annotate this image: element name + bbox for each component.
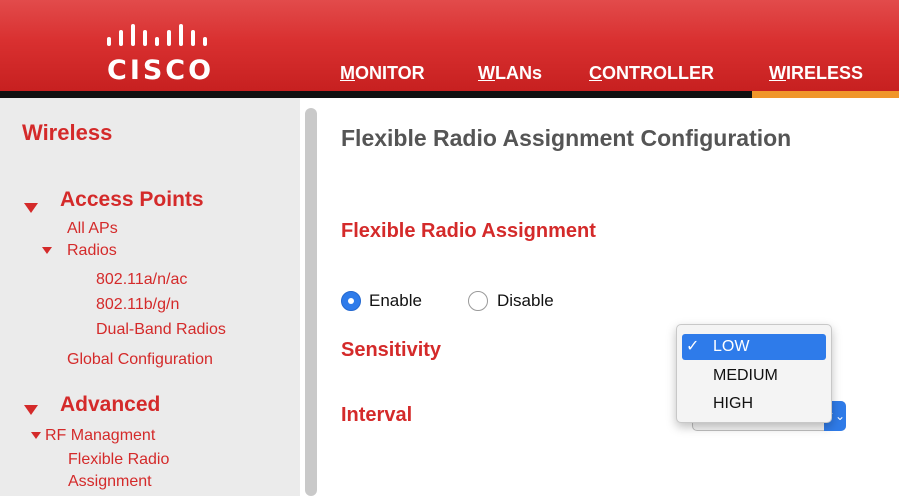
checkmark-icon: ✓ (686, 338, 700, 355)
sidebar-item-global-configuration[interactable]: Global Configuration (67, 350, 213, 370)
expand-triangle-icon[interactable] (24, 203, 38, 213)
nav-active-indicator (752, 91, 899, 98)
top-header: CISCO MONITOR WLANs CONTROLLER WIRELESS (0, 0, 899, 91)
sidebar-item-flexible-radio-assignment-cont[interactable]: Assignment (68, 472, 152, 492)
expand-triangle-small-icon[interactable] (31, 432, 41, 439)
cisco-logo[interactable]: CISCO (103, 24, 223, 86)
nav-wlans[interactable]: WLANs (478, 60, 542, 86)
sidebar-item-radios[interactable]: Radios (67, 241, 117, 261)
sidebar-title: Wireless (22, 120, 113, 145)
sidebar-item-dual-band-radios[interactable]: Dual-Band Radios (96, 320, 226, 340)
sensitivity-label: Sensitivity (341, 339, 442, 361)
sidebar-scrollbar-thumb[interactable] (305, 108, 317, 496)
sidebar-item-flexible-radio-assignment[interactable]: Flexible Radio (68, 450, 169, 470)
sidebar-item-radio-80211b[interactable]: 802.11b/g/n (96, 295, 179, 315)
expand-triangle-icon[interactable] (24, 405, 38, 415)
dropdown-option-label: LOW (713, 338, 750, 355)
section-heading: Flexible Radio Assignment (341, 220, 596, 242)
cisco-logo-text: CISCO (107, 55, 215, 86)
cisco-logo-bars-icon (107, 24, 207, 46)
page-title: Flexible Radio Assignment Configuration (341, 125, 792, 151)
disable-radio-label[interactable]: Disable (497, 291, 554, 311)
sidebar: Wireless Access Points All APs Radios 80… (0, 98, 300, 496)
dropdown-option-high[interactable]: HIGH (682, 391, 826, 417)
dropdown-option-label: HIGH (713, 395, 753, 412)
sidebar-section-advanced[interactable]: Advanced (60, 393, 160, 417)
sidebar-item-radio-80211a[interactable]: 802.11a/n/ac (96, 270, 187, 290)
sensitivity-dropdown-menu: ✓ LOW MEDIUM HIGH (676, 324, 832, 423)
sidebar-item-all-aps[interactable]: All APs (67, 219, 118, 239)
nav-monitor[interactable]: MONITOR (340, 60, 425, 86)
sidebar-section-access-points[interactable]: Access Points (60, 188, 204, 212)
enable-radio[interactable] (341, 291, 361, 311)
dropdown-option-label: MEDIUM (713, 367, 778, 384)
disable-radio[interactable] (468, 291, 488, 311)
nav-wireless[interactable]: WIRELESS (769, 60, 863, 86)
expand-triangle-small-icon[interactable] (42, 247, 52, 254)
dropdown-option-medium[interactable]: MEDIUM (682, 363, 826, 389)
dropdown-option-low[interactable]: ✓ LOW (682, 334, 826, 360)
sidebar-item-rf-management[interactable]: RF Managment (45, 426, 155, 446)
nav-controller[interactable]: CONTROLLER (589, 60, 714, 86)
interval-label: Interval (341, 404, 413, 426)
enable-radio-label[interactable]: Enable (369, 291, 422, 311)
